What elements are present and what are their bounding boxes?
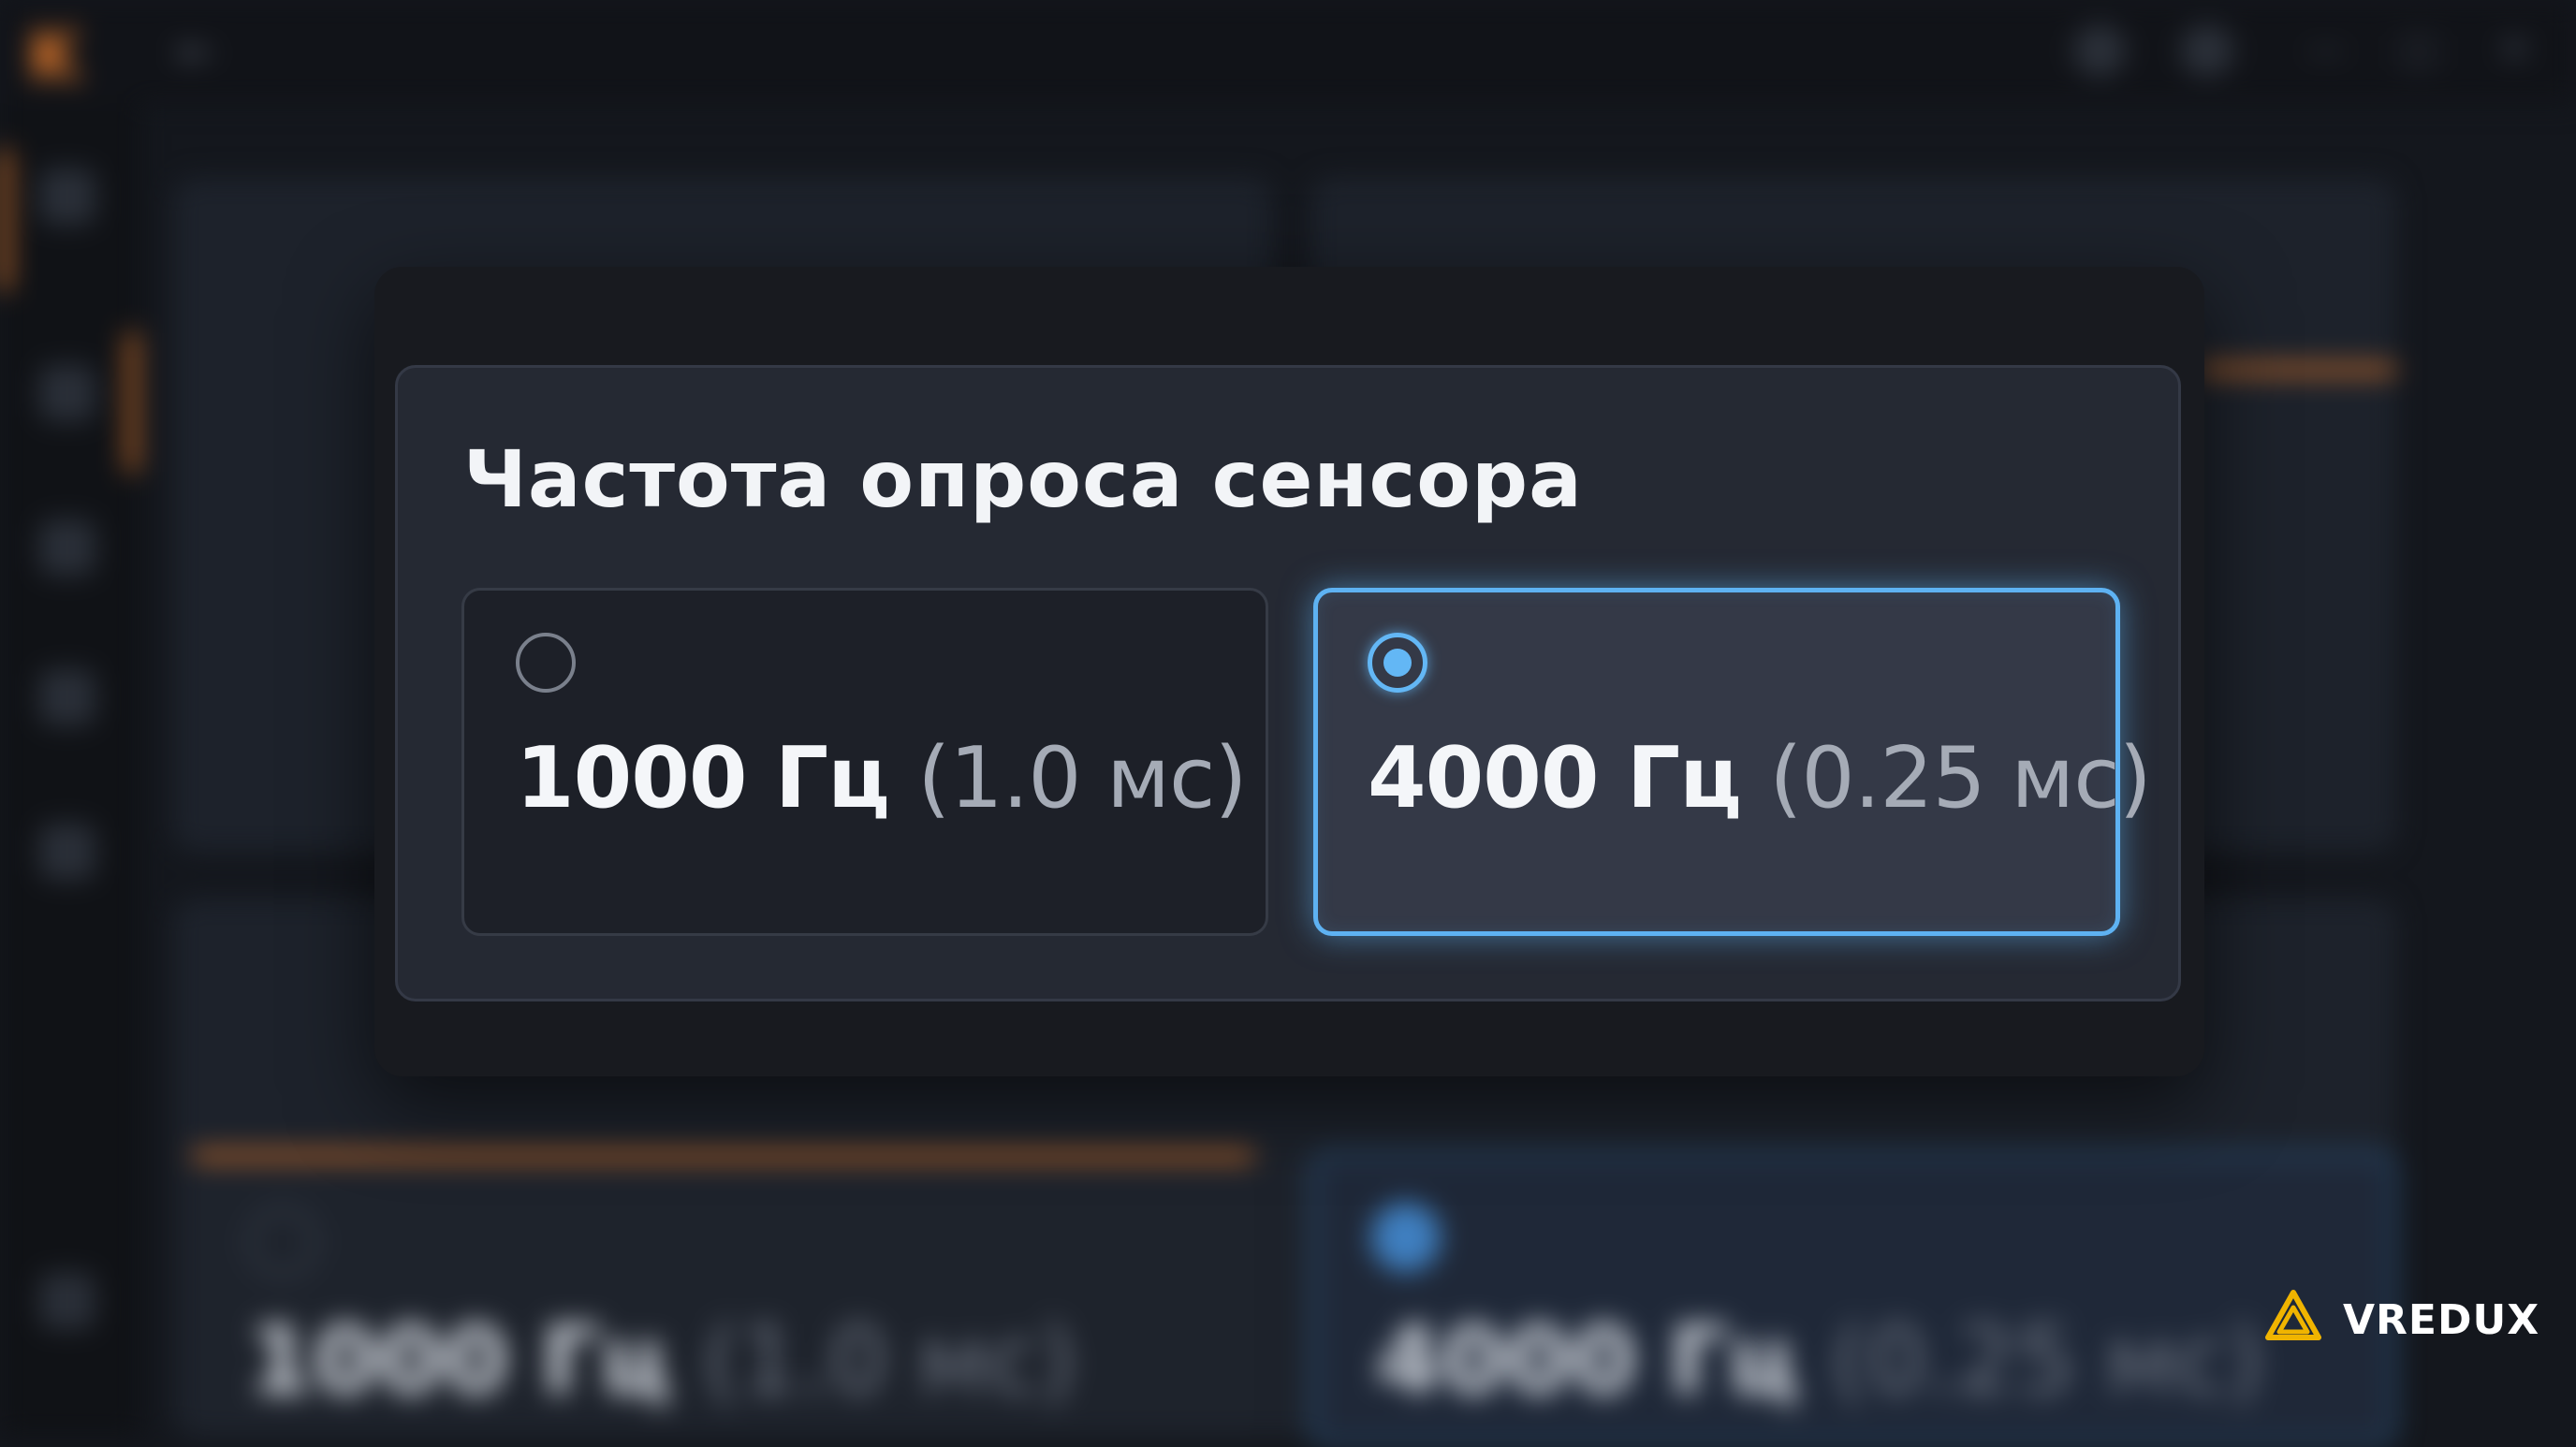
polling-rate-dialog: Частота опроса сенсора 1000 Гц (1.0 мс) …: [395, 365, 2181, 1001]
close-icon[interactable]: ✕: [2499, 28, 2531, 71]
option-detail: (1.0 мс): [917, 729, 1247, 827]
watermark: VREDUX: [2261, 1287, 2539, 1352]
option-detail: (0.25 мс): [1769, 729, 2152, 827]
radio-1000hz[interactable]: [516, 633, 576, 693]
sidebar-accent: [0, 150, 9, 290]
radio-selected-dot: [1383, 649, 1412, 677]
option-value: 4000 Гц: [1368, 729, 1742, 827]
sidebar-lighting-icon[interactable]: [39, 669, 95, 725]
polling-accent-line: [192, 1151, 1254, 1161]
radio-4000hz[interactable]: [1368, 633, 1427, 693]
sidebar-device-icon[interactable]: [39, 168, 95, 225]
status-accent-line: [2200, 365, 2396, 374]
sidebar: [0, 103, 140, 1438]
bg-option-4000[interactable]: 4000 Гц (0.25 мс): [1310, 1151, 2396, 1447]
profile-icon[interactable]: [2181, 24, 2233, 77]
bg-option-label-1000: 1000 Гц (1.0 мс): [248, 1306, 1076, 1415]
option-value: 1000 Гц: [516, 729, 890, 827]
option-1000hz[interactable]: 1000 Гц (1.0 мс): [461, 588, 1268, 936]
maximize-icon[interactable]: □: [2401, 28, 2437, 71]
bg-option-label-4000: 4000 Гц (0.25 мс): [1376, 1306, 2264, 1415]
bg-label-value: 4000 Гц: [1376, 1306, 1798, 1415]
option-label-1000hz: 1000 Гц (1.0 мс): [516, 729, 1248, 827]
dialog-title: Частота опроса сенсора: [463, 433, 1583, 525]
bg-radio-1000[interactable]: [248, 1207, 317, 1277]
minimize-icon[interactable]: —: [2307, 28, 2345, 71]
bg-radio-4000[interactable]: [1371, 1203, 1441, 1272]
sidebar-sensor-icon[interactable]: [39, 365, 95, 421]
settings-icon[interactable]: [2073, 24, 2126, 77]
sidebar-settings-icon[interactable]: [39, 1273, 95, 1329]
watermark-text: VREDUX: [2343, 1295, 2540, 1344]
app-logo-icon: K: [28, 17, 80, 95]
sidebar-buttons-icon[interactable]: [39, 519, 95, 576]
bg-label-value: 1000 Гц: [248, 1306, 670, 1415]
option-4000hz[interactable]: 4000 Гц (0.25 мс): [1313, 588, 2152, 936]
option-label-4000hz: 4000 Гц (0.25 мс): [1368, 729, 2152, 827]
sidebar-macros-icon[interactable]: [39, 824, 95, 880]
sidebar-active-marker: [127, 332, 137, 473]
vredux-logo-icon: [2265, 1290, 2321, 1340]
title-bar: K ← — □ ✕: [0, 0, 2576, 103]
bg-label-detail: (0.25 мс): [1830, 1306, 2264, 1415]
bg-label-detail: (1.0 мс): [702, 1306, 1077, 1415]
bg-option-1000[interactable]: 1000 Гц (1.0 мс): [192, 1170, 1254, 1438]
back-arrow-icon[interactable]: ←: [178, 26, 214, 77]
